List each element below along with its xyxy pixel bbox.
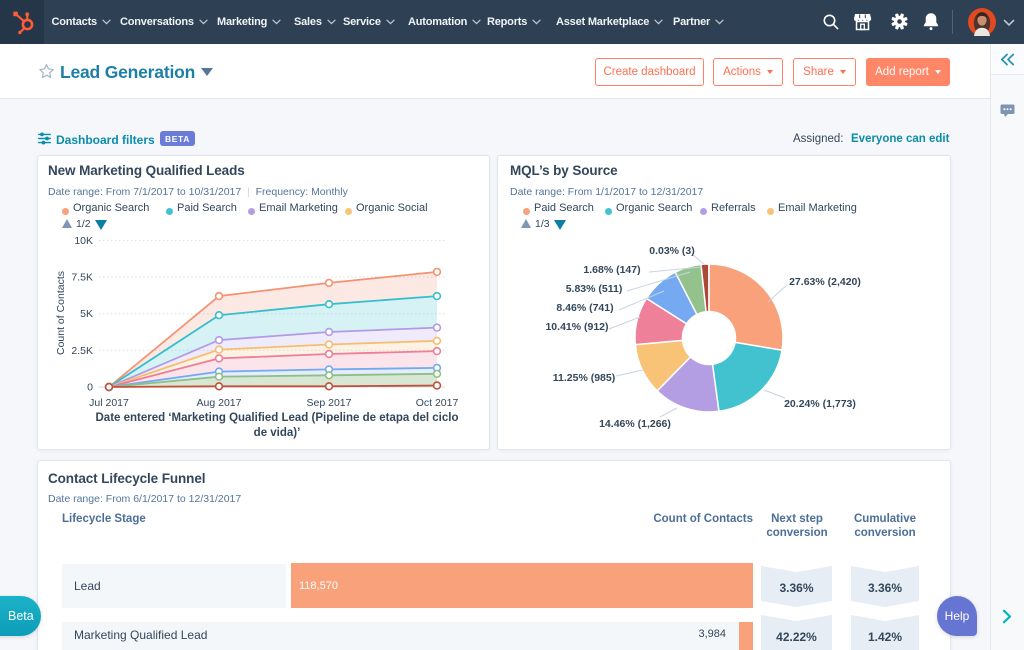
svg-text:Aug 2017: Aug 2017 — [197, 397, 242, 409]
svg-text:0: 0 — [87, 382, 93, 394]
svg-text:de vida)’: de vida)’ — [254, 427, 301, 439]
svg-text:Date entered ‘Marketing Qualif: Date entered ‘Marketing Qualified Lead (… — [96, 412, 459, 424]
svg-text:5.83% (511): 5.83% (511) — [566, 283, 623, 295]
svg-text:7.5K: 7.5K — [71, 272, 93, 284]
svg-text:1.68% (147): 1.68% (147) — [583, 264, 640, 276]
svg-text:8.46% (741): 8.46% (741) — [556, 302, 613, 314]
svg-text:2.5K: 2.5K — [71, 345, 93, 357]
svg-text:0.03% (3): 0.03% (3) — [649, 245, 695, 257]
svg-text:27.63% (2,420): 27.63% (2,420) — [789, 276, 861, 288]
svg-text:Jul 2017: Jul 2017 — [89, 397, 129, 409]
svg-text:10K: 10K — [74, 235, 93, 247]
svg-text:11.25% (985): 11.25% (985) — [553, 372, 615, 384]
svg-text:14.46% (1,266): 14.46% (1,266) — [599, 418, 671, 430]
svg-text:5K: 5K — [80, 308, 93, 320]
svg-text:Oct 2017: Oct 2017 — [416, 397, 459, 409]
svg-text:Count of Contacts: Count of Contacts — [55, 271, 67, 355]
svg-text:Sep 2017: Sep 2017 — [307, 397, 352, 409]
svg-text:10.41% (912): 10.41% (912) — [545, 321, 608, 333]
svg-text:20.24% (1,773): 20.24% (1,773) — [784, 398, 856, 410]
